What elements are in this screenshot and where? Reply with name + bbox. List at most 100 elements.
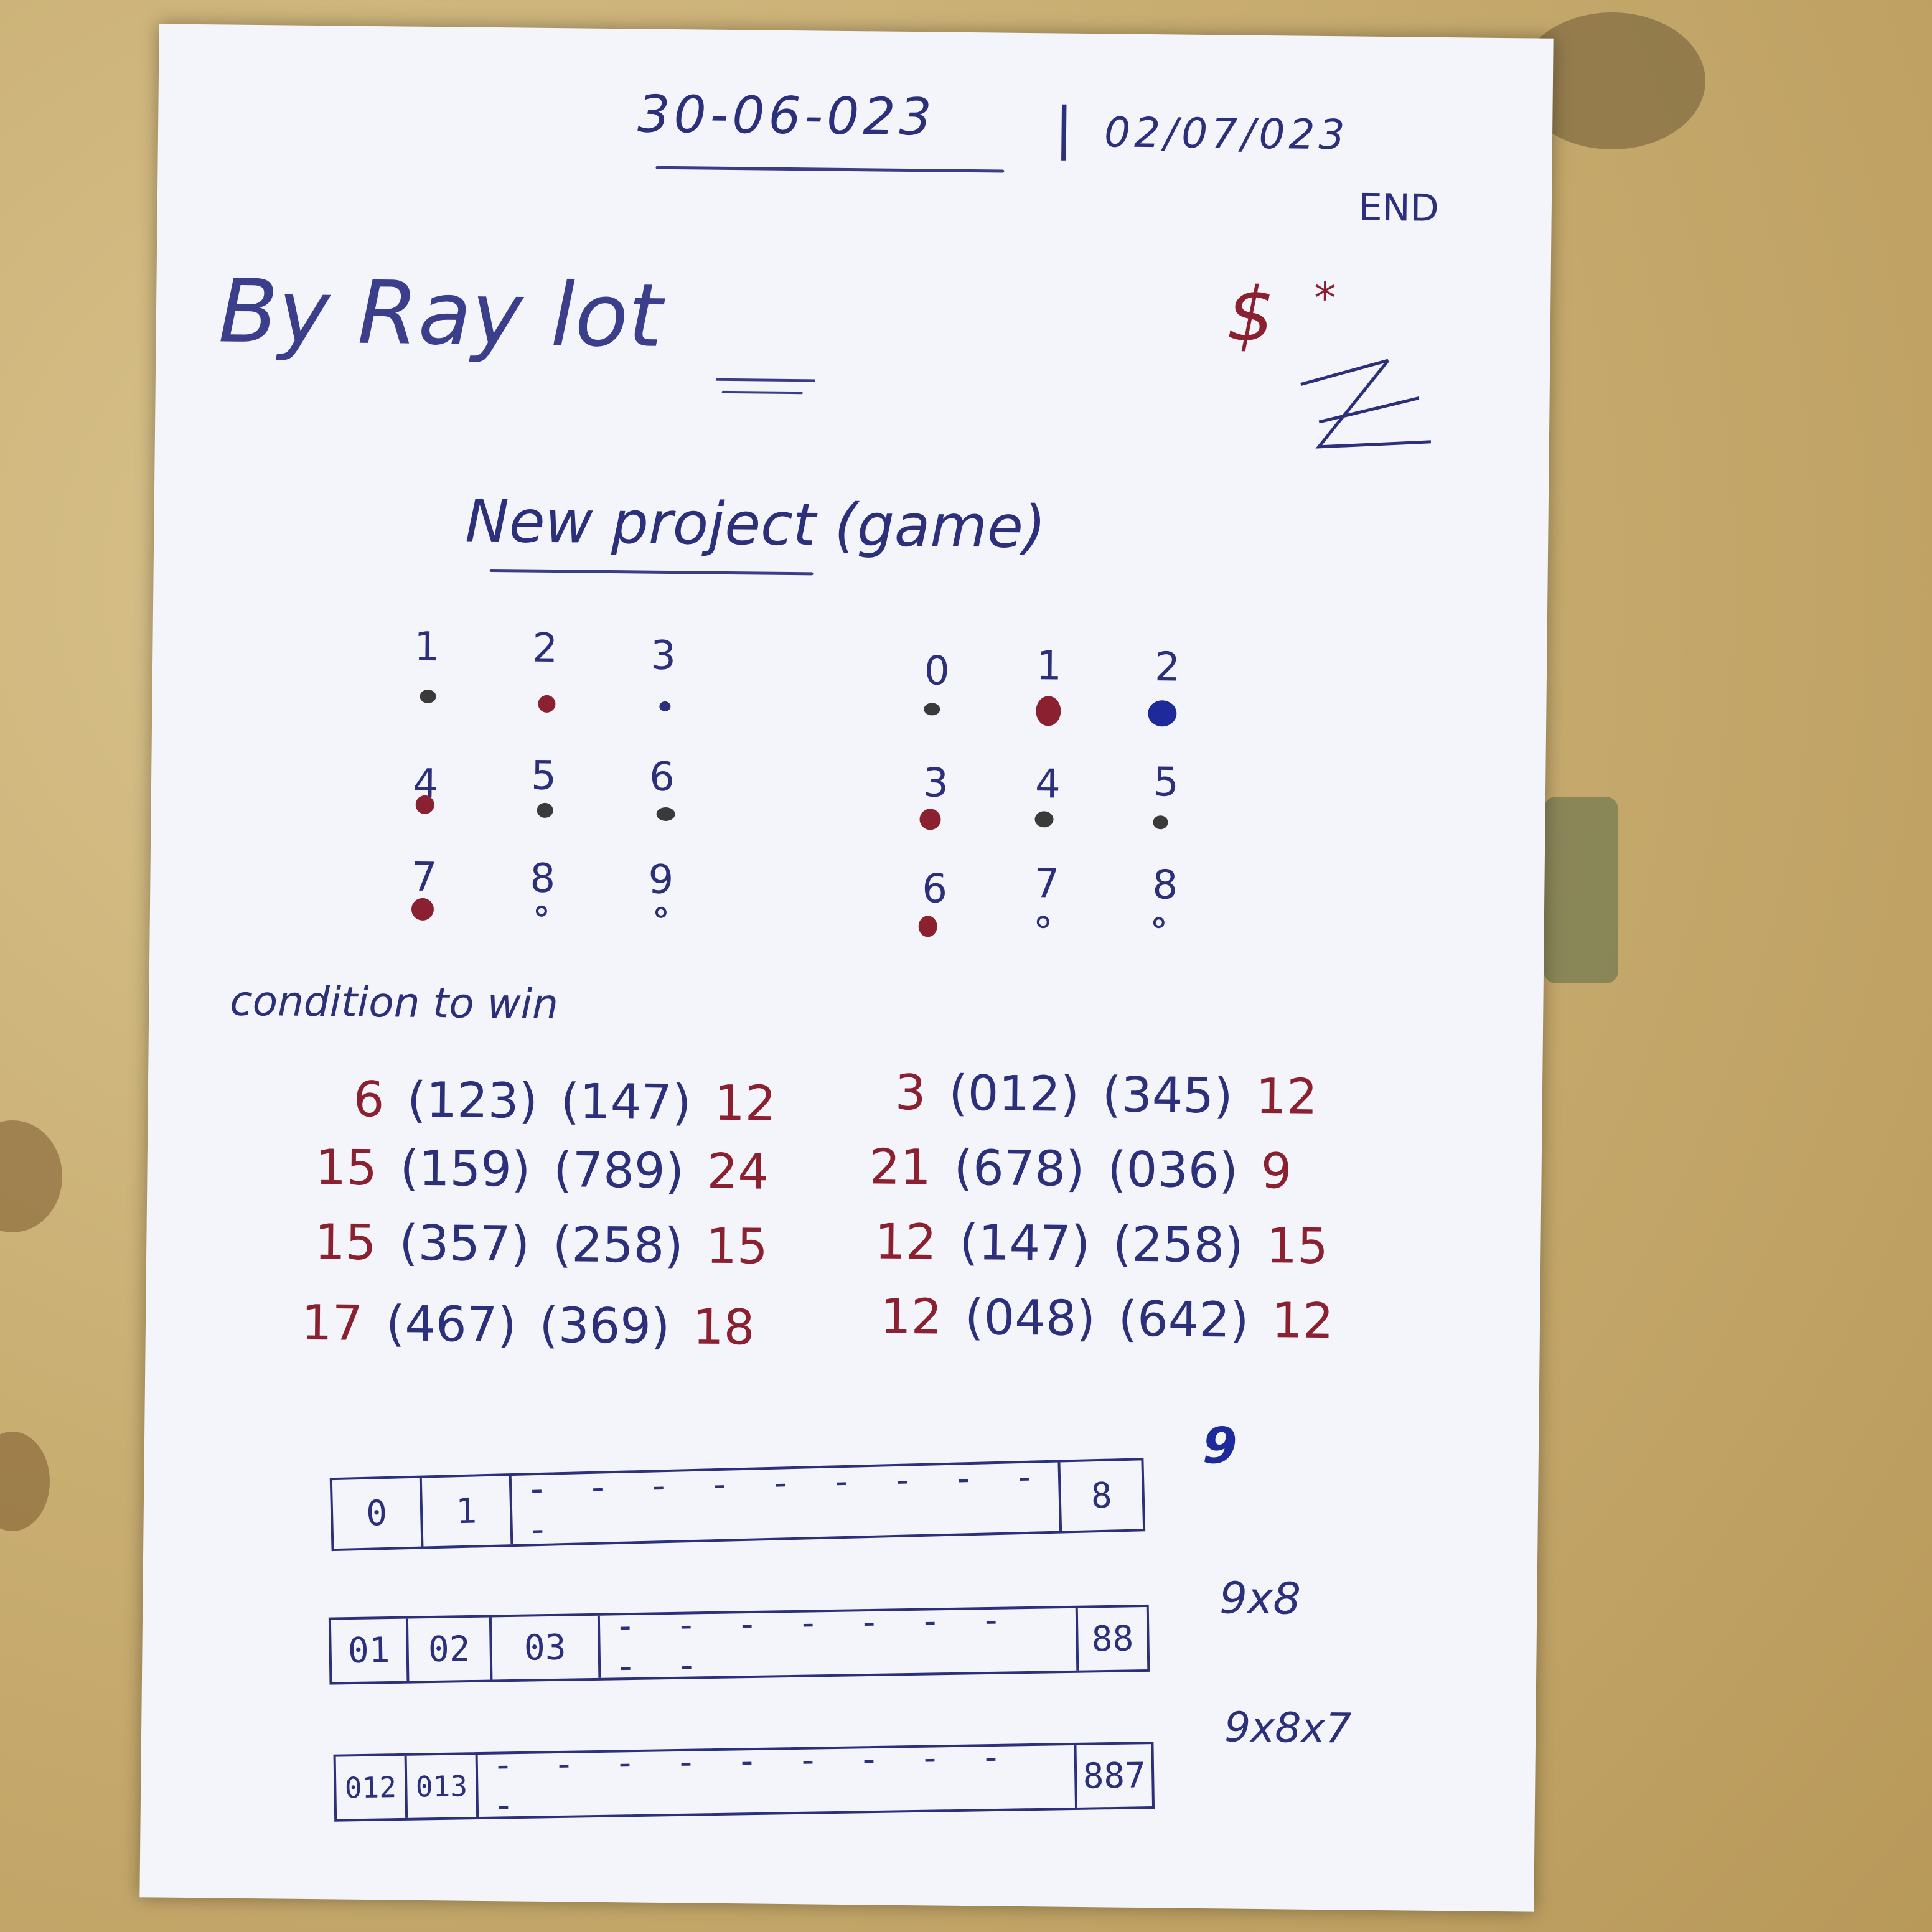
grid-dot [535, 905, 548, 917]
combo-row: 12 (048) (642) 12 [880, 1289, 1341, 1350]
grid-number: 9 [648, 856, 674, 904]
strip-cell: 012 [335, 1755, 408, 1819]
combo-tail: 12 [713, 1075, 776, 1132]
strip-note: 9x8 [1219, 1572, 1301, 1625]
strip-dashes: - - - - - - - - - - [496, 1737, 1016, 1826]
star-mark: * [1313, 272, 1336, 324]
strip-cell: 1 [421, 1476, 513, 1547]
strip-dashes: - - - - - - - - - - [530, 1456, 1051, 1550]
grid-dot [415, 795, 434, 815]
combo-a: (048) [964, 1290, 1096, 1348]
fabric-pattern [0, 1432, 50, 1531]
grid-dot [538, 695, 556, 713]
grid-dot [1034, 811, 1054, 828]
combo-lead: 12 [879, 1288, 942, 1346]
combo-b: (345) [1102, 1067, 1234, 1125]
combo-b: (789) [553, 1142, 685, 1200]
strip-cell: 013 [406, 1755, 479, 1818]
combo-a: (159) [400, 1140, 531, 1198]
combo-b: (147) [560, 1074, 692, 1132]
combo-lead: 17 [301, 1295, 363, 1352]
strip-cell: 02 [408, 1617, 493, 1681]
grid-dot [1036, 916, 1049, 929]
grid-number: 2 [1154, 644, 1181, 691]
strip-2: 01 02 03 - - - - - - - - - 88 [328, 1600, 1150, 1687]
combo-tail: 9 [1260, 1143, 1292, 1200]
strip-note: 9 [1202, 1417, 1238, 1475]
grid-number: 8 [530, 855, 556, 903]
fabric-pattern [1544, 797, 1618, 983]
combo-b: (036) [1107, 1142, 1239, 1199]
combo-a: (123) [406, 1072, 538, 1130]
combo-b: (642) [1118, 1291, 1249, 1349]
strip-cell: 03 [491, 1615, 601, 1680]
grid-dot [656, 807, 675, 822]
grid-dot [659, 701, 671, 712]
grid-number: 5 [530, 753, 557, 800]
strip-cell: 0 [332, 1478, 424, 1549]
combo-row: 15 (357) (258) 15 [314, 1214, 776, 1275]
grid-number: 1 [413, 624, 440, 671]
combo-row: 15 (159) (789) 24 [315, 1140, 776, 1201]
grid-dot [1148, 700, 1177, 727]
combo-a: (147) [959, 1214, 1090, 1273]
grid-number: 1 [1036, 643, 1062, 690]
strip-3: 012 013 - - - - - - - - - - 887 [333, 1737, 1155, 1826]
combo-b: (369) [539, 1297, 670, 1356]
grid-dot [411, 898, 434, 921]
combo-tail: 15 [1266, 1218, 1329, 1275]
combo-b: (258) [552, 1217, 684, 1275]
right-combo-list: 3 (012) (345) 12 21 (678) (036) 9 12 (14… [159, 24, 1554, 1349]
combo-row: 17 (467) (369) 18 [301, 1295, 762, 1356]
combo-tail: 15 [705, 1218, 769, 1275]
signature-scribble [1300, 359, 1432, 449]
combo-lead: 21 [869, 1139, 932, 1196]
combo-b: (258) [1112, 1216, 1244, 1274]
strip-last-cell: 88 [1075, 1606, 1148, 1671]
strip-note: 9x8x7 [1224, 1703, 1352, 1753]
combo-a: (467) [385, 1296, 517, 1354]
combo-row: 6 (123) (147) 12 [353, 1072, 784, 1132]
date-end: 02/07/023 [1104, 108, 1349, 159]
grid-dot [918, 916, 937, 937]
date-underline [655, 166, 1005, 173]
date-start: 30-06-023 [637, 85, 936, 148]
grid-number: 8 [1152, 862, 1178, 909]
strip-1: 0 1 - - - - - - - - - - 8 [329, 1456, 1146, 1552]
combo-row: 12 (147) (258) 15 [875, 1214, 1336, 1275]
grid-number: 2 [532, 625, 558, 672]
page-title: New project (game) [464, 487, 1047, 562]
combo-a: (357) [398, 1215, 530, 1273]
grid-dot [924, 703, 940, 716]
combo-lead: 15 [315, 1140, 378, 1197]
grid-number: 6 [649, 754, 675, 801]
strip-dashes: - - - - - - - - - [618, 1600, 1016, 1687]
combo-tail: 18 [692, 1299, 755, 1356]
combo-lead: 12 [874, 1214, 937, 1271]
strip-cell: 01 [331, 1618, 410, 1682]
grid-dot [919, 809, 941, 830]
strip-last-cell: 8 [1057, 1460, 1143, 1531]
grid-number: 3 [922, 760, 949, 807]
grid-number: 6 [921, 866, 948, 912]
author-flourish [715, 378, 815, 382]
grid-number: 3 [650, 632, 677, 680]
combo-tail: 12 [1255, 1068, 1318, 1125]
combo-lead: 3 [894, 1064, 927, 1122]
combo-a: (012) [948, 1065, 1080, 1123]
combo-lead: 15 [314, 1214, 377, 1272]
grid-dot [420, 689, 436, 704]
date-separator: | [1054, 95, 1074, 161]
title-underline [489, 568, 814, 576]
strip-last-cell: 887 [1074, 1744, 1153, 1808]
paper-sheet: 30-06-023 | 02/07/023 END By Ray lot $ *… [139, 24, 1554, 1912]
grid-dot [1036, 696, 1061, 726]
combo-lead: 6 [353, 1071, 385, 1128]
grid-dot [537, 802, 553, 818]
end-label: END [1358, 185, 1440, 230]
combo-row: 3 (012) (345) 12 [894, 1065, 1325, 1125]
grid-number: 4 [1034, 761, 1061, 808]
combo-a: (678) [954, 1140, 1085, 1198]
grid-left: 1 2 3 4 5 6 7 8 9 [159, 24, 1554, 921]
grid-number: 7 [1034, 861, 1060, 907]
